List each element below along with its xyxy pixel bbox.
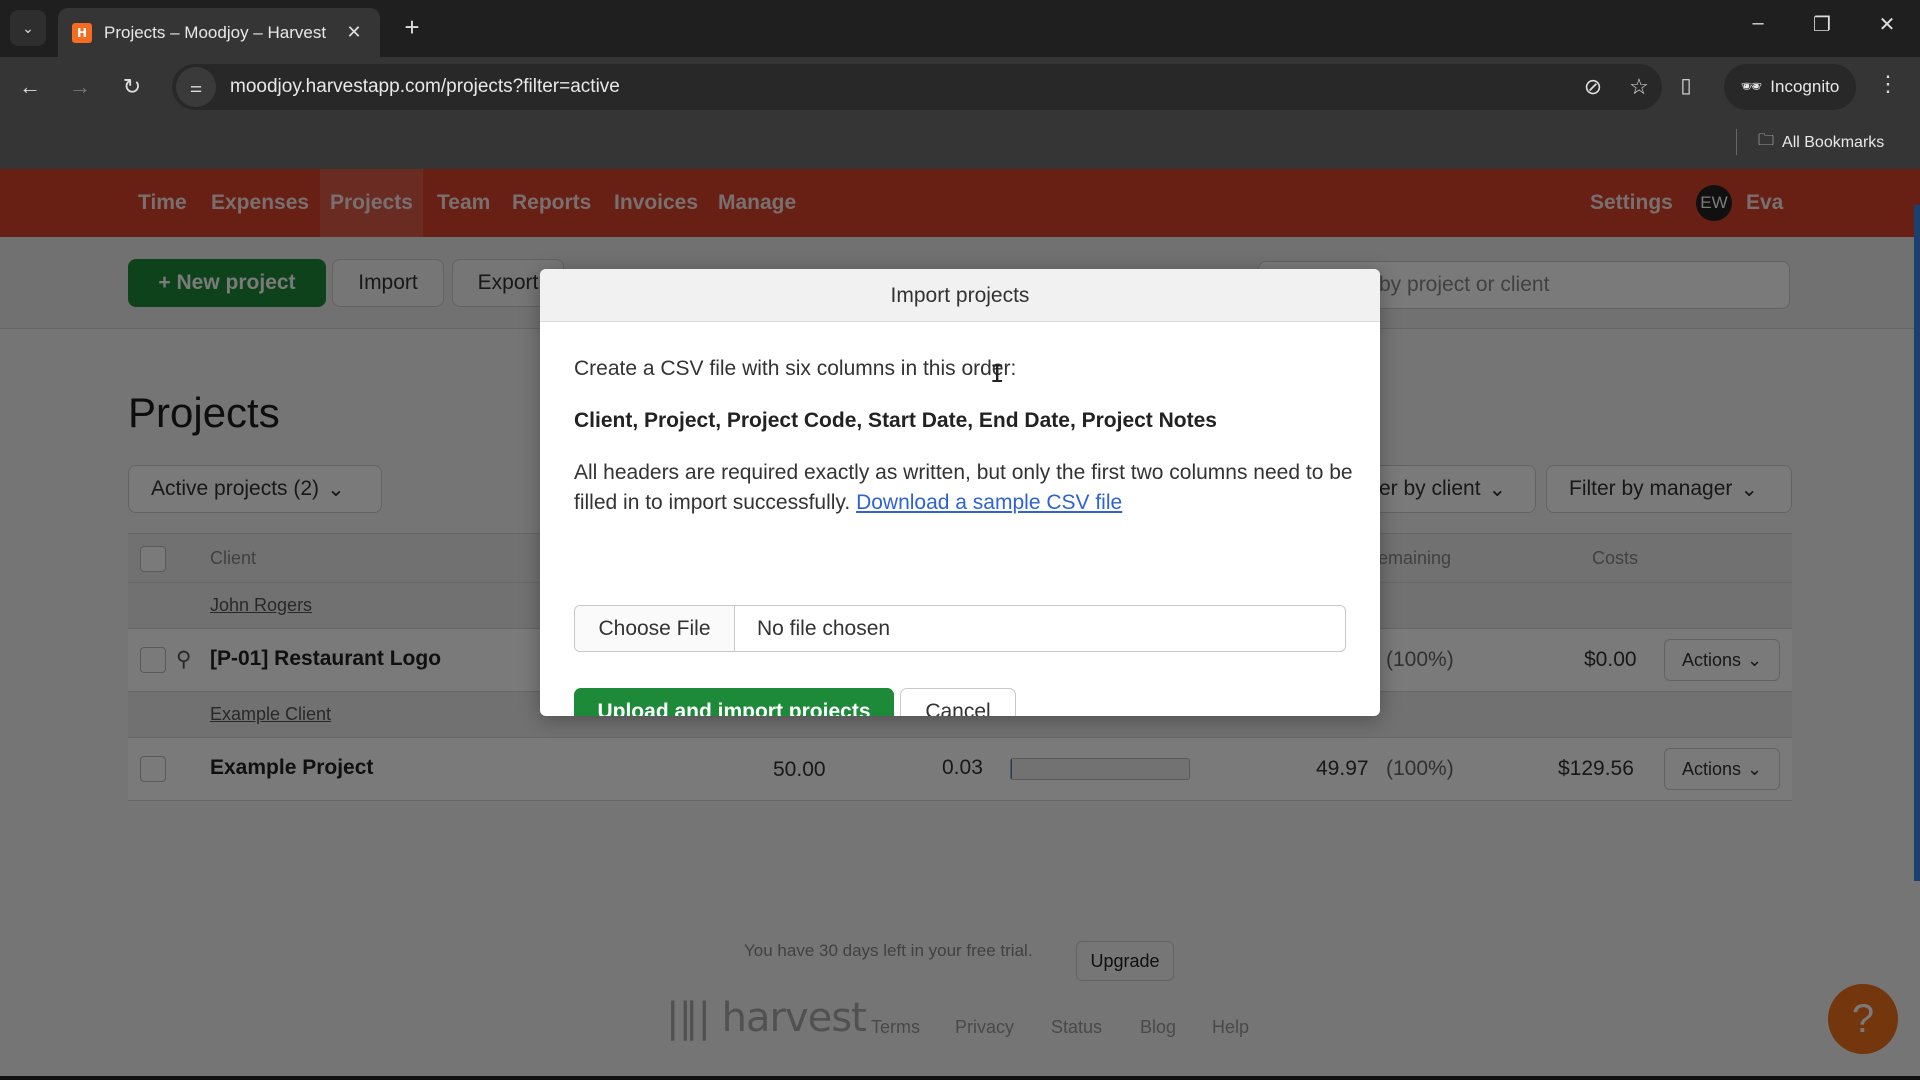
file-status: No file chosen xyxy=(757,616,891,640)
chevron-down-icon: ⌄ xyxy=(22,19,34,36)
choose-file-button[interactable]: Choose File xyxy=(575,606,735,651)
browser-tab[interactable]: H Projects – Moodjoy – Harvest ✕ xyxy=(58,8,380,57)
browser-toolbar: ← → ↻ ⚌ moodjoy.harvestapp.com/projects?… xyxy=(0,57,1920,117)
bookmarks-bar: 🗀 All Bookmarks xyxy=(0,117,1920,169)
minimize-icon[interactable]: – xyxy=(1743,12,1773,35)
harvest-favicon-icon: H xyxy=(72,22,92,43)
restore-icon[interactable]: ❐ xyxy=(1807,12,1837,37)
eye-off-icon[interactable]: ⊘ xyxy=(1570,74,1616,100)
taskbar-edge xyxy=(0,1076,1920,1080)
modal-intro: Create a CSV file with six columns in th… xyxy=(574,357,1017,380)
close-tab-icon[interactable]: ✕ xyxy=(342,22,366,43)
incognito-icon: 🕶 xyxy=(1740,77,1763,96)
reload-icon[interactable]: ↻ xyxy=(116,71,148,103)
upload-import-button[interactable]: Upload and import projects xyxy=(574,688,894,716)
cancel-button[interactable]: Cancel xyxy=(900,688,1016,716)
bookmark-star-icon[interactable]: ☆ xyxy=(1616,74,1662,100)
new-tab-button[interactable]: + xyxy=(396,12,428,43)
site-info-icon[interactable]: ⚌ xyxy=(176,67,216,107)
all-bookmarks-label: All Bookmarks xyxy=(1782,133,1885,151)
url-text[interactable]: moodjoy.harvestapp.com/projects?filter=a… xyxy=(230,76,1570,98)
csv-file-input[interactable]: Choose File No file chosen xyxy=(574,605,1346,652)
side-panel-icon[interactable]: ▯ xyxy=(1672,73,1700,101)
back-icon[interactable]: ← xyxy=(14,71,46,103)
tab-title: Projects – Moodjoy – Harvest xyxy=(104,22,327,42)
forward-icon[interactable]: → xyxy=(64,71,96,103)
text-cursor-icon: I xyxy=(990,360,1005,388)
modal-title: Import projects xyxy=(540,269,1380,322)
browser-tabbar: ⌄ H Projects – Moodjoy – Harvest ✕ + – ❐… xyxy=(0,0,1920,57)
browser-menu-icon[interactable]: ⋮ xyxy=(1872,71,1904,97)
incognito-label: Incognito xyxy=(1770,77,1840,96)
csv-columns-list: Client, Project, Project Code, Start Dat… xyxy=(574,409,1217,432)
tab-list-button[interactable]: ⌄ xyxy=(10,10,46,46)
window-close-icon[interactable]: ✕ xyxy=(1872,12,1902,37)
all-bookmarks-button[interactable]: 🗀 All Bookmarks xyxy=(1758,129,1884,156)
import-projects-modal: Import projects Create a CSV file with s… xyxy=(540,269,1380,716)
download-sample-link[interactable]: Download a sample CSV file xyxy=(856,491,1122,514)
address-bar[interactable]: ⚌ moodjoy.harvestapp.com/projects?filter… xyxy=(172,64,1662,110)
modal-requirements: All headers are required exactly as writ… xyxy=(574,458,1354,518)
incognito-indicator[interactable]: 🕶 Incognito xyxy=(1724,64,1856,110)
bookmarks-divider xyxy=(1736,129,1737,155)
folder-icon: 🗀 xyxy=(1758,132,1775,149)
